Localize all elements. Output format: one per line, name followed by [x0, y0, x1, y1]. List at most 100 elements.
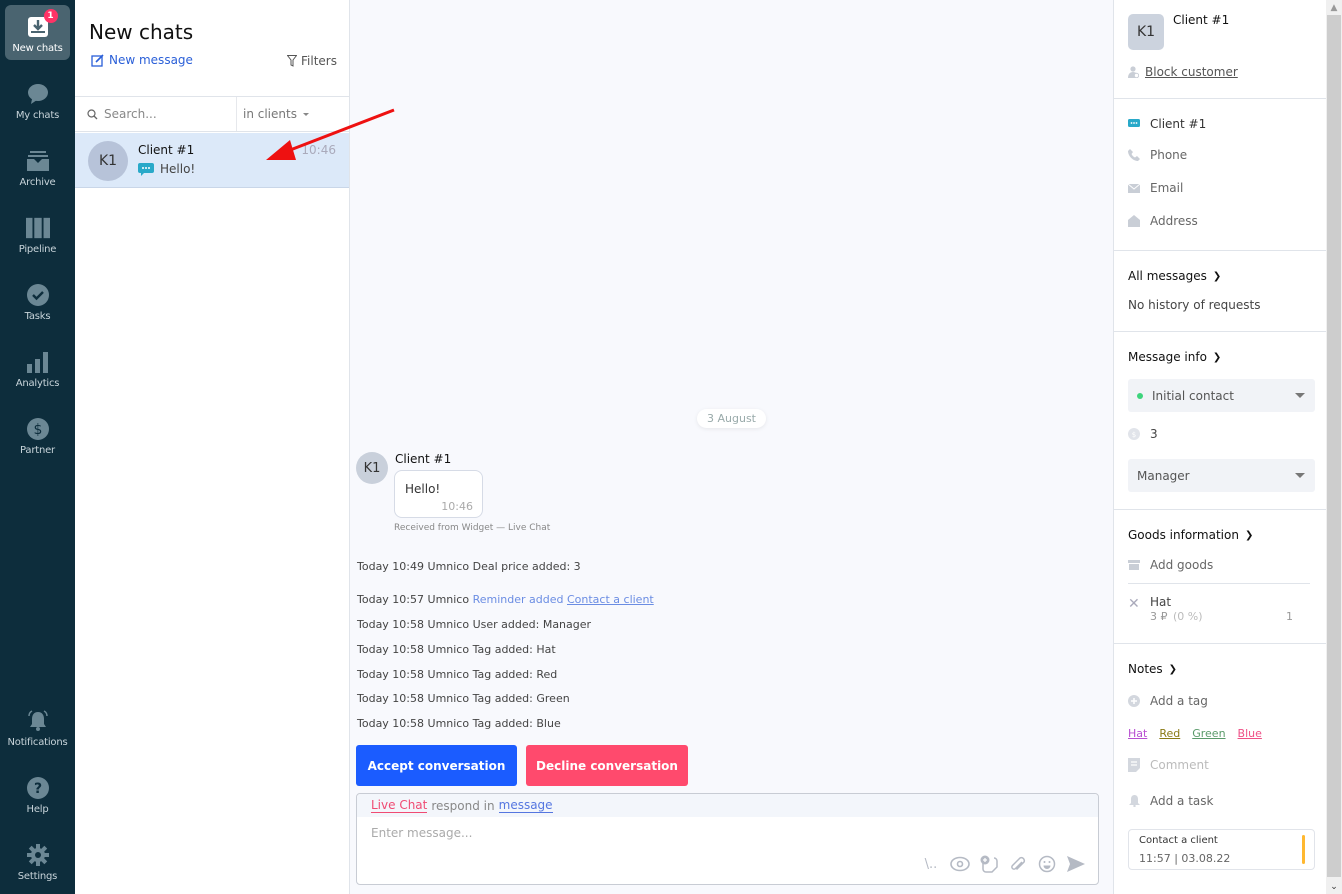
- message-info-link[interactable]: Message info ❯: [1128, 350, 1221, 364]
- task-priority-indicator: [1302, 835, 1305, 864]
- template-slash-icon[interactable]: \..: [921, 854, 941, 874]
- scroll-up-icon[interactable]: ▲: [1326, 0, 1342, 15]
- remove-goods-icon[interactable]: ✕: [1128, 596, 1140, 612]
- event-actor: Umnico: [427, 593, 470, 606]
- live-chat-icon: [1128, 118, 1140, 130]
- divider: [1114, 331, 1327, 332]
- scroll-down-icon[interactable]: ⌄: [1326, 879, 1342, 894]
- chevron-right-icon: ❯: [1168, 663, 1178, 675]
- comment-field[interactable]: Comment: [1128, 758, 1209, 772]
- event-actor: Umnico: [427, 560, 470, 573]
- tag-green[interactable]: Green: [1192, 727, 1225, 740]
- goods-information-label: Goods information: [1128, 528, 1239, 542]
- page-title: New chats: [89, 20, 194, 44]
- tag-red[interactable]: Red: [1159, 727, 1180, 740]
- phone-icon: [1128, 149, 1140, 161]
- filters-label: Filters: [301, 54, 337, 68]
- goods-information-link[interactable]: Goods information ❯: [1128, 528, 1253, 542]
- nav-archive[interactable]: Archive: [5, 139, 70, 194]
- divider: [1114, 509, 1327, 510]
- message-input[interactable]: [371, 826, 1071, 848]
- add-goods-label: Add goods: [1150, 558, 1214, 572]
- nav-tasks[interactable]: Tasks: [5, 273, 70, 328]
- goods-discount: (0 %): [1173, 610, 1203, 623]
- nav-label: Help: [26, 804, 49, 815]
- contact-phone[interactable]: Phone: [1128, 148, 1187, 162]
- event-value: Blue: [536, 717, 561, 730]
- comment-note-icon: [1128, 758, 1140, 772]
- paperclip-icon[interactable]: [1008, 854, 1028, 874]
- main-navigation: 1 New chats My chats Archive Pipeline Ta…: [0, 0, 75, 894]
- task-card[interactable]: Contact a client 11:57 | 03.08.22: [1128, 829, 1315, 870]
- client-info-panel: K1 Client #1 Block customer Client #1 Ph…: [1113, 0, 1327, 894]
- search-input[interactable]: [104, 107, 224, 121]
- new-message-button[interactable]: New message: [91, 53, 193, 67]
- contact-email[interactable]: Email: [1128, 181, 1183, 195]
- chevron-right-icon: ❯: [1212, 351, 1222, 363]
- inbox-download-icon: 1: [26, 9, 58, 39]
- event-actor: Umnico: [427, 643, 470, 656]
- eye-icon[interactable]: [950, 854, 970, 874]
- filters-button[interactable]: Filters: [287, 54, 337, 68]
- event-value: Hat: [536, 643, 556, 656]
- tag-hat[interactable]: Hat: [1128, 727, 1147, 740]
- add-task-button[interactable]: Add a task: [1128, 794, 1213, 808]
- scrollbar-thumb[interactable]: [1327, 15, 1341, 877]
- all-messages-label: All messages: [1128, 269, 1207, 283]
- reply-mode-selector[interactable]: message: [498, 798, 553, 813]
- send-icon[interactable]: [1066, 854, 1086, 874]
- deal-price[interactable]: $ 3: [1128, 427, 1158, 441]
- stage-value: Initial contact: [1152, 388, 1234, 403]
- contact-address[interactable]: Address: [1128, 214, 1198, 228]
- question-circle-icon: ?: [26, 776, 50, 800]
- accept-conversation-button[interactable]: Accept conversation: [356, 745, 517, 786]
- nav-notifications[interactable]: Notifications: [5, 699, 70, 754]
- comment-label: Comment: [1150, 758, 1209, 772]
- emoji-icon[interactable]: [1037, 854, 1057, 874]
- nav-label: My chats: [15, 110, 60, 121]
- notes-link[interactable]: Notes ❯: [1128, 662, 1177, 676]
- search-icon: [87, 108, 98, 119]
- event-time: Today 10:57: [357, 593, 425, 606]
- message-source: Received from Widget — Live Chat: [394, 523, 551, 533]
- add-goods-button[interactable]: Add goods: [1128, 558, 1213, 572]
- composer-channel-bar: Live Chat respond in message: [357, 794, 1098, 817]
- event-value: Red: [536, 668, 558, 681]
- search-scope-dropdown[interactable]: in clients: [237, 107, 309, 121]
- message-info-label: Message info: [1128, 350, 1207, 364]
- nav-label: New chats: [12, 43, 63, 54]
- nav-analytics[interactable]: Analytics: [5, 340, 70, 395]
- tag-blue[interactable]: Blue: [1238, 727, 1262, 740]
- channel-selector[interactable]: Live Chat: [371, 798, 428, 813]
- no-history-text: No history of requests: [1128, 298, 1261, 312]
- divider: [1114, 98, 1327, 99]
- nav-partner[interactable]: $ Partner: [5, 407, 70, 462]
- contact-phone-label: Phone: [1150, 148, 1188, 162]
- nav-new-chats[interactable]: 1 New chats: [5, 5, 70, 60]
- page-scrollbar[interactable]: ▲ ⌄: [1326, 0, 1342, 894]
- edit-icon: [91, 53, 104, 67]
- add-tag-button[interactable]: Add a tag: [1128, 694, 1208, 708]
- nav-help[interactable]: ? Help: [5, 766, 70, 821]
- all-messages-link[interactable]: All messages ❯: [1128, 269, 1221, 283]
- deal-price-value: 3: [1150, 427, 1158, 441]
- reminder-link[interactable]: Contact a client: [567, 593, 654, 606]
- stage-dropdown[interactable]: Initial contact: [1128, 379, 1315, 412]
- event-action: Reminder added: [472, 593, 564, 606]
- nav-my-chats[interactable]: My chats: [5, 72, 70, 127]
- event-time: Today 10:58: [357, 692, 425, 705]
- event-actor: Umnico: [427, 717, 470, 730]
- chat-list-item[interactable]: K1 Client #1 Hello! 10:46: [75, 133, 349, 188]
- sticker-icon[interactable]: [979, 854, 999, 874]
- nav-label: Partner: [20, 445, 55, 456]
- bell-icon: [26, 709, 50, 733]
- avatar: K1: [88, 141, 128, 181]
- event-log-entry: Today 10:58 Umnico Tag added: Red: [357, 668, 557, 681]
- nav-settings[interactable]: Settings: [5, 833, 70, 888]
- block-customer-button[interactable]: Block customer: [1128, 65, 1238, 79]
- decline-conversation-button[interactable]: Decline conversation: [526, 745, 688, 786]
- event-log-entry: Today 10:58 Umnico Tag added: Blue: [357, 717, 561, 730]
- manager-dropdown[interactable]: Manager: [1128, 459, 1315, 492]
- nav-pipeline[interactable]: Pipeline: [5, 206, 70, 261]
- chat-list-panel: New chats New message Filters in clients…: [75, 0, 350, 894]
